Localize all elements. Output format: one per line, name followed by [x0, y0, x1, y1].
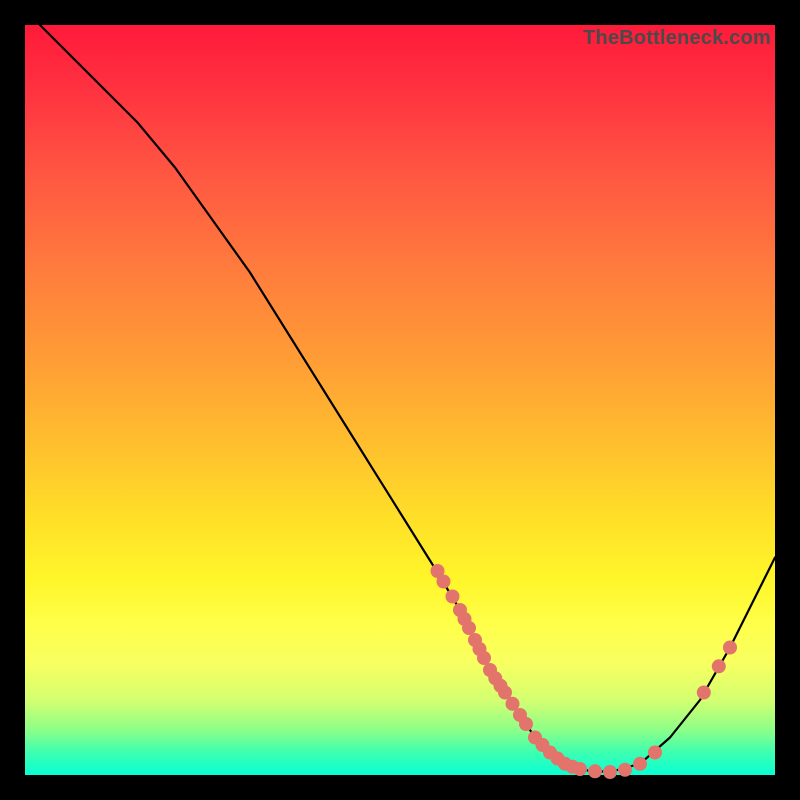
- curve-marker: [462, 621, 476, 635]
- bottleneck-curve-line: [40, 25, 775, 772]
- curve-marker: [446, 590, 460, 604]
- curve-markers-group: [431, 564, 738, 779]
- curve-marker: [477, 651, 491, 665]
- curve-marker: [588, 764, 602, 778]
- curve-marker: [603, 765, 617, 779]
- curve-marker: [618, 763, 632, 777]
- curve-marker: [697, 686, 711, 700]
- curve-marker: [633, 757, 647, 771]
- curve-marker: [723, 641, 737, 655]
- curve-marker: [519, 717, 533, 731]
- chart-svg: [25, 25, 775, 775]
- curve-marker: [712, 659, 726, 673]
- chart-frame: TheBottleneck.com: [25, 25, 775, 775]
- curve-marker: [437, 575, 451, 589]
- curve-marker: [573, 762, 587, 776]
- curve-marker: [648, 746, 662, 760]
